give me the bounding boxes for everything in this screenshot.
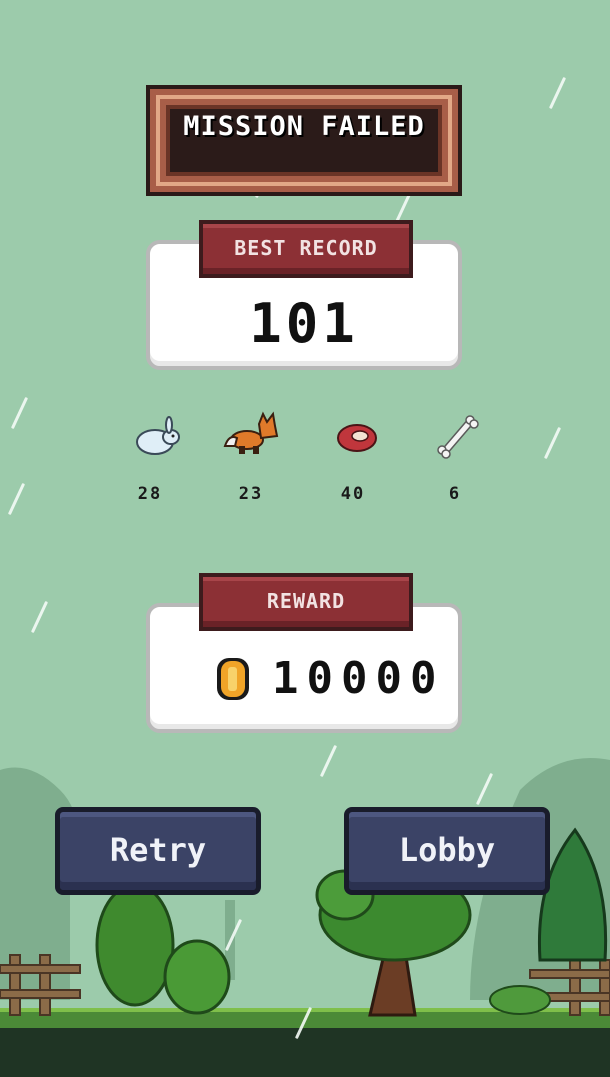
retry-button[interactable]: Retry bbox=[55, 807, 261, 895]
bone-count: 6 bbox=[448, 484, 462, 504]
rabbit-icon bbox=[136, 416, 180, 455]
meat-count: 40 bbox=[340, 484, 366, 504]
small-bush-right bbox=[489, 985, 551, 1015]
reward-label: REWARD bbox=[199, 573, 413, 631]
bone-icon bbox=[437, 415, 479, 459]
reward-value: 10000 bbox=[272, 653, 445, 704]
bush-tall bbox=[95, 883, 175, 1007]
best-record-label: BEST RECORD bbox=[199, 220, 413, 278]
game-scene: MISSION FAILED BEST RECORD 101 28 23 40 … bbox=[0, 0, 610, 1077]
fox-icon bbox=[223, 411, 279, 454]
lobby-button[interactable]: Lobby bbox=[344, 807, 550, 895]
bush-round bbox=[163, 939, 231, 1015]
best-record-value: 101 bbox=[249, 292, 359, 355]
dark-ground bbox=[0, 1028, 610, 1077]
coin-icon bbox=[217, 658, 249, 700]
meat-icon bbox=[337, 424, 377, 452]
fox-count: 23 bbox=[238, 484, 264, 504]
mission-failed-title: MISSION FAILED bbox=[183, 111, 425, 142]
mission-failed-banner: MISSION FAILED bbox=[146, 85, 462, 196]
rabbit-count: 28 bbox=[137, 484, 163, 504]
